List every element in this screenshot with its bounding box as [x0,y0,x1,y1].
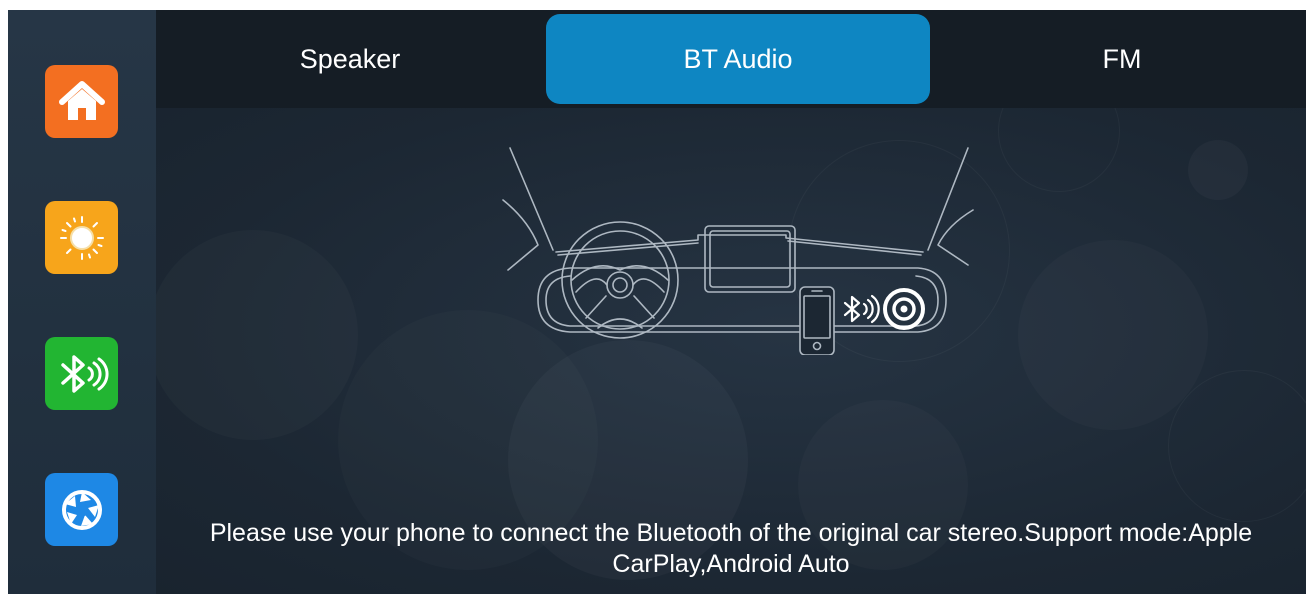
aperture-icon [61,489,102,530]
instruction-message: Please use your phone to connect the Blu… [209,519,1253,578]
background-bokeh [1018,240,1208,430]
screen: Speaker BT Audio FM Please use your phon… [8,10,1306,594]
car-dashboard-bluetooth-illustration [502,147,974,355]
tab-bt-audio[interactable]: BT Audio [546,14,930,104]
background-bokeh [1188,140,1248,200]
home-button[interactable] [45,65,118,138]
aperture-button[interactable] [45,473,118,546]
tab-speaker[interactable]: Speaker [156,10,544,108]
brightness-icon [59,215,104,260]
sidebar [8,10,156,594]
brightness-button[interactable] [45,201,118,274]
background-bokeh [148,230,358,440]
bluetooth-audio-icon [60,354,108,393]
home-icon [58,80,105,120]
bluetooth-audio-button[interactable] [45,337,118,410]
top-tab-bar: Speaker BT Audio FM [156,10,1306,108]
background-bokeh [1168,370,1306,522]
tab-fm[interactable]: FM [938,10,1306,108]
